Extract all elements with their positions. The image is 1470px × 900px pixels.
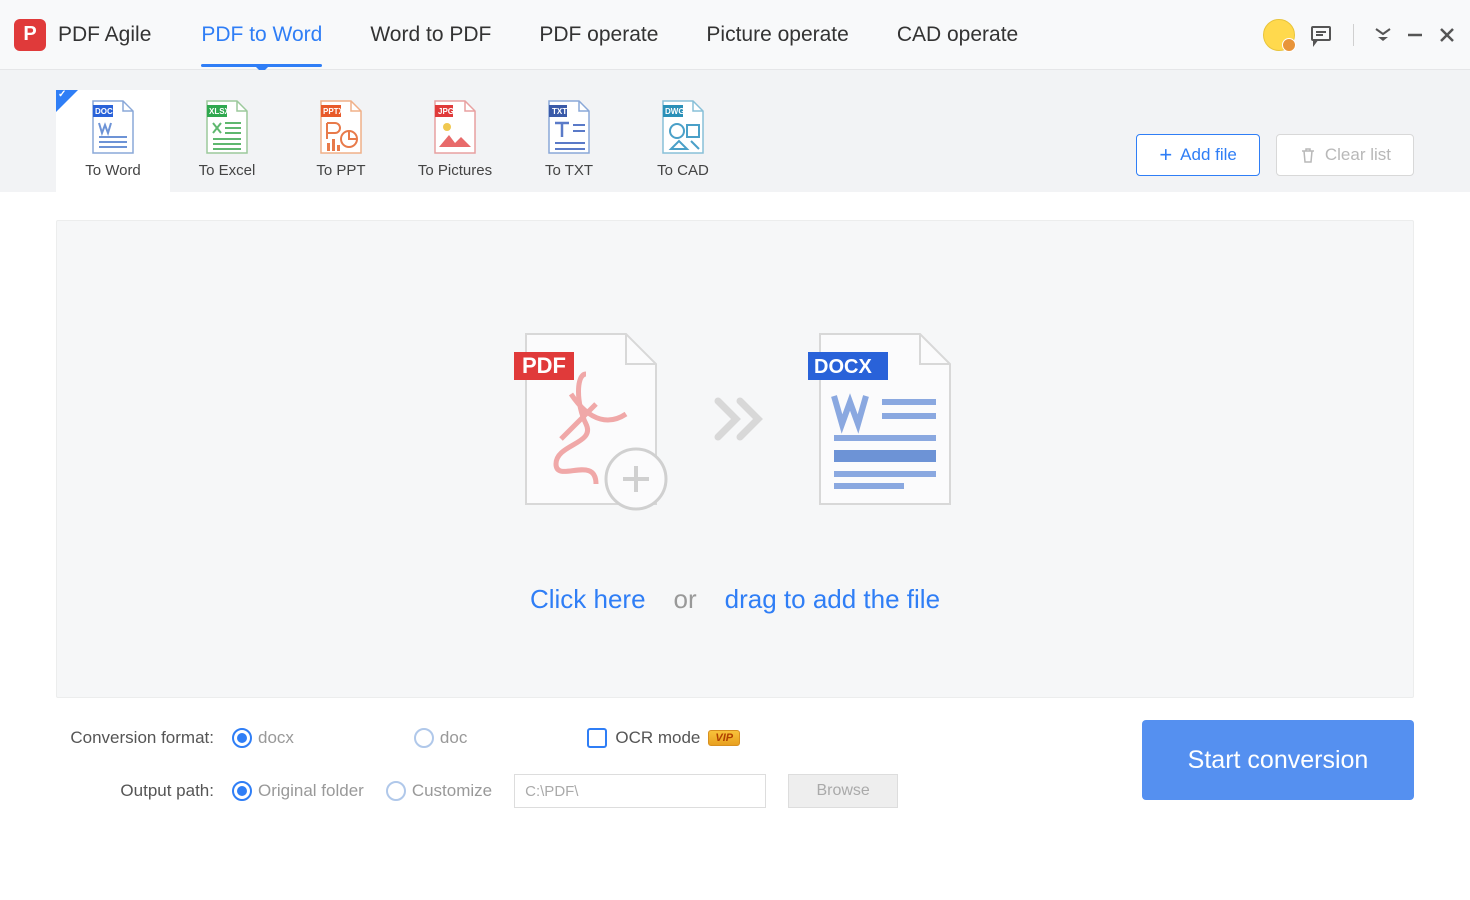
tool-to-pictures[interactable]: JPG To Pictures (398, 90, 512, 192)
drag-hint: drag to add the file (725, 584, 940, 615)
radio-label: doc (440, 728, 467, 748)
output-label: Output path: (56, 781, 214, 801)
radio-docx[interactable]: docx (232, 728, 294, 748)
radio-icon (232, 781, 252, 801)
separator (1353, 24, 1354, 46)
plus-icon: + (1159, 142, 1172, 168)
tool-label: To Word (85, 162, 141, 179)
minimize-icon[interactable] (1406, 26, 1424, 44)
menu-dropdown-icon[interactable] (1374, 26, 1392, 44)
svg-text:JPG: JPG (438, 107, 454, 116)
tool-label: To Excel (199, 162, 256, 179)
output-path-input[interactable] (514, 774, 766, 808)
tab-word-to-pdf[interactable]: Word to PDF (370, 5, 491, 65)
radio-label: Customize (412, 781, 492, 801)
clear-list-label: Clear list (1325, 145, 1391, 165)
tab-picture-operate[interactable]: Picture operate (706, 5, 848, 65)
arrow-right-icon (712, 395, 768, 443)
svg-text:PDF: PDF (522, 353, 566, 378)
svg-text:TXT: TXT (552, 107, 567, 116)
dwg-file-icon: DWG (656, 98, 710, 156)
app-title: PDF Agile (58, 23, 151, 47)
main-area: PDF DOCX (0, 192, 1470, 698)
radio-doc[interactable]: doc (414, 728, 467, 748)
radio-icon (386, 781, 406, 801)
tool-to-ppt[interactable]: PPTX To PPT (284, 90, 398, 192)
dropzone-or: or (674, 584, 697, 615)
docx-file-icon: DOCX (86, 98, 140, 156)
format-radio-group: docx doc OCR mode VIP (232, 728, 740, 748)
tab-cad-operate[interactable]: CAD operate (897, 5, 1018, 65)
dropzone-illustration: PDF DOCX (506, 324, 964, 514)
main-tabs: PDF to Word Word to PDF PDF operate Pict… (201, 5, 1018, 65)
conversion-format-row: Conversion format: docx doc OCR mode VIP (56, 728, 1142, 748)
tool-to-txt[interactable]: TXT To TXT (512, 90, 626, 192)
checkbox-label: OCR mode (615, 728, 700, 748)
xlsx-file-icon: XLSX (200, 98, 254, 156)
radio-label: Original folder (258, 781, 364, 801)
add-file-button[interactable]: + Add file (1136, 134, 1260, 176)
output-radio-group: Original folder Customize Browse (232, 774, 898, 808)
window-controls (1263, 0, 1456, 69)
pdf-source-icon: PDF (506, 324, 676, 514)
browse-button[interactable]: Browse (788, 774, 898, 808)
title-bar: P PDF Agile PDF to Word Word to PDF PDF … (0, 0, 1470, 70)
svg-text:PPTX: PPTX (323, 107, 345, 116)
clear-list-button[interactable]: Clear list (1276, 134, 1414, 176)
tab-pdf-to-word[interactable]: PDF to Word (201, 5, 322, 65)
bottom-panel: Conversion format: docx doc OCR mode VIP… (0, 698, 1470, 808)
pptx-file-icon: PPTX (314, 98, 368, 156)
tool-to-word[interactable]: DOCX To Word (56, 90, 170, 192)
options-column: Conversion format: docx doc OCR mode VIP… (56, 728, 1142, 808)
svg-text:XLSX: XLSX (209, 107, 231, 116)
svg-text:DOCX: DOCX (814, 356, 872, 378)
radio-label: docx (258, 728, 294, 748)
radio-icon (232, 728, 252, 748)
vip-badge: VIP (708, 730, 740, 746)
dropzone-text: Click here or drag to add the file (530, 584, 940, 615)
feedback-icon[interactable] (1309, 23, 1333, 47)
tool-to-cad[interactable]: DWG To CAD (626, 90, 740, 192)
tool-label: To TXT (545, 162, 593, 179)
checkbox-icon (587, 728, 607, 748)
tool-label: To PPT (316, 162, 365, 179)
user-avatar-icon[interactable] (1263, 19, 1295, 51)
checkbox-ocr-mode[interactable]: OCR mode VIP (587, 728, 740, 748)
start-conversion-button[interactable]: Start conversion (1142, 720, 1414, 800)
tool-label: To CAD (657, 162, 709, 179)
docx-target-icon: DOCX (804, 324, 964, 514)
app-logo-icon: P (14, 19, 46, 51)
txt-file-icon: TXT (542, 98, 596, 156)
radio-customize[interactable]: Customize (386, 781, 492, 801)
file-dropzone[interactable]: PDF DOCX (56, 220, 1414, 698)
close-icon[interactable] (1438, 26, 1456, 44)
output-path-row: Output path: Original folder Customize B… (56, 774, 1142, 808)
add-file-label: Add file (1180, 145, 1237, 165)
svg-text:DWG: DWG (665, 107, 685, 116)
conversion-toolbar: DOCX To Word XLSX To Excel PPTX To PPT J… (0, 70, 1470, 192)
app-logo-wrap: P PDF Agile (14, 19, 151, 51)
radio-icon (414, 728, 434, 748)
svg-text:DOCX: DOCX (95, 107, 119, 116)
format-label: Conversion format: (56, 728, 214, 748)
tool-to-excel[interactable]: XLSX To Excel (170, 90, 284, 192)
conversion-tool-group: DOCX To Word XLSX To Excel PPTX To PPT J… (0, 90, 740, 192)
tab-pdf-operate[interactable]: PDF operate (539, 5, 658, 65)
click-here-link[interactable]: Click here (530, 584, 646, 615)
tool-label: To Pictures (418, 162, 492, 179)
toolbar-actions: + Add file Clear list (1136, 134, 1414, 176)
radio-original-folder[interactable]: Original folder (232, 781, 364, 801)
trash-icon (1299, 146, 1317, 164)
jpg-file-icon: JPG (428, 98, 482, 156)
